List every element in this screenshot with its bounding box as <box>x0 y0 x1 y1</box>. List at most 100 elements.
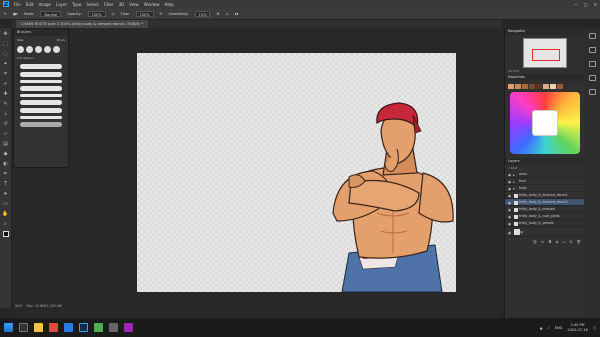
brush-folder[interactable]: ▾ brushes 1 <box>14 55 68 61</box>
menu-3d[interactable]: 3D <box>119 2 125 7</box>
app-icon[interactable] <box>124 323 133 332</box>
canvas[interactable] <box>137 53 456 292</box>
foreground-color-swatch[interactable] <box>2 231 9 237</box>
swatch[interactable] <box>529 84 535 89</box>
app-icon[interactable] <box>64 323 73 332</box>
brush-stroke-preview[interactable] <box>20 100 62 105</box>
shape-tool-icon[interactable]: ▭ <box>2 201 9 207</box>
zoom-level[interactable]: 50% <box>15 304 22 308</box>
stamp-tool-icon[interactable]: ⊥ <box>2 111 9 117</box>
swatch[interactable] <box>543 84 549 89</box>
maximize-icon[interactable]: □ <box>584 2 588 7</box>
smoothing-settings-icon[interactable]: ⚙ <box>216 12 219 16</box>
eyedropper-tool-icon[interactable]: ⌿ <box>2 81 9 87</box>
layer-row[interactable]: ◉ ▸ face <box>505 178 584 185</box>
brush-stroke-preview[interactable] <box>20 64 62 69</box>
menu-type[interactable]: Type <box>72 2 81 7</box>
minimize-icon[interactable]: — <box>574 2 578 7</box>
layers-tab[interactable]: Layers <box>505 158 584 165</box>
eraser-tool-icon[interactable]: ▱ <box>2 131 9 137</box>
visibility-eye-icon[interactable]: ◉ <box>508 228 511 238</box>
channels-panel-icon[interactable] <box>588 75 596 81</box>
menu-image[interactable]: Image <box>38 2 51 7</box>
menu-edit[interactable]: Edit <box>26 2 34 7</box>
paths-panel-icon[interactable] <box>588 89 596 95</box>
brush-tip[interactable] <box>17 46 24 53</box>
history-panel-icon[interactable] <box>588 33 596 39</box>
photoshop-taskbar-icon[interactable] <box>79 323 88 332</box>
brush-tip[interactable] <box>35 46 42 53</box>
layer-row[interactable]: ◉ ▾ body <box>505 185 584 192</box>
path-select-icon[interactable]: ➤ <box>2 191 9 197</box>
layer-row[interactable]: ◉ ▸ arms <box>505 171 584 178</box>
mask-icon[interactable]: ◘ <box>548 240 551 244</box>
properties-panel-icon[interactable] <box>588 47 596 53</box>
color-wheel-center[interactable] <box>531 110 558 136</box>
brush-stroke-preview[interactable] <box>20 108 62 113</box>
marquee-tool-icon[interactable]: ⬚ <box>2 41 9 47</box>
menu-layer[interactable]: Layer <box>56 2 67 7</box>
history-brush-icon[interactable]: ↺ <box>2 121 9 127</box>
notifications-icon[interactable]: ▢ <box>593 326 596 330</box>
search-icon[interactable] <box>19 323 28 332</box>
adjustment-icon[interactable]: ◑ <box>555 240 558 244</box>
brush-stroke-preview[interactable] <box>20 86 62 91</box>
layer-row[interactable]: ◉ tribly_body_&_sweats <box>505 220 584 227</box>
flow-field[interactable]: 100% <box>135 10 154 17</box>
close-icon[interactable]: ✕ <box>594 2 597 7</box>
brushes-panel-title[interactable]: Brushes <box>14 29 68 36</box>
brush-tool-icon[interactable]: ✎ <box>4 12 7 16</box>
windows-start-icon[interactable] <box>4 323 13 332</box>
move-tool-icon[interactable]: ✥ <box>2 31 9 37</box>
healing-tool-icon[interactable]: ✚ <box>2 91 9 97</box>
mode-select[interactable]: Normal <box>40 10 62 17</box>
blur-tool-icon[interactable]: ◆ <box>2 151 9 157</box>
brush-tip[interactable] <box>44 46 51 53</box>
crop-tool-icon[interactable]: ⌗ <box>2 71 9 77</box>
navigator-tab[interactable]: Navigator <box>505 28 584 35</box>
layer-row[interactable]: ◉ tribly_body_&_dressed <box>505 206 584 213</box>
swatch[interactable] <box>536 84 542 89</box>
swatch[interactable] <box>522 84 528 89</box>
brush-tip[interactable] <box>26 46 33 53</box>
opacity-field[interactable]: 100% <box>87 10 106 17</box>
new-layer-icon[interactable]: ⊞ <box>570 240 573 244</box>
pressure-opacity-icon[interactable]: ◎ <box>112 12 115 16</box>
menu-filter[interactable]: Filter <box>104 2 114 7</box>
network-icon[interactable]: ▲ <box>540 326 543 330</box>
brush-size-value[interactable]: 45 px <box>57 38 65 42</box>
document-tab[interactable]: CHAR6 ROUTE part 3 100% (tribly body & d… <box>16 20 149 28</box>
angle-icon[interactable]: ∠ <box>226 12 229 16</box>
brush-tip[interactable] <box>53 46 60 53</box>
hand-tool-icon[interactable]: ✋ <box>2 211 9 217</box>
brush-stroke-preview[interactable] <box>20 72 62 77</box>
swatch[interactable] <box>557 84 563 89</box>
navigator-view-box[interactable] <box>531 49 560 61</box>
brush-stroke-preview[interactable] <box>20 80 62 83</box>
trash-icon[interactable]: 🗑 <box>577 240 581 244</box>
navigator-thumbnail[interactable] <box>522 38 567 68</box>
brush-tool-icon[interactable]: ✎ <box>2 101 9 107</box>
lasso-tool-icon[interactable]: ◌ <box>2 51 9 57</box>
airbrush-icon[interactable]: ✈ <box>160 12 163 16</box>
menu-file[interactable]: File <box>14 2 21 7</box>
swatch[interactable] <box>508 84 514 89</box>
fx-icon[interactable]: fx <box>541 240 544 244</box>
app-icon[interactable] <box>109 323 118 332</box>
brush-stroke-preview[interactable] <box>20 116 62 119</box>
menu-select[interactable]: Select <box>86 2 98 7</box>
link-icon[interactable]: ⛓ <box>533 240 537 244</box>
adjustments-panel-icon[interactable] <box>588 61 596 67</box>
zoom-tool-icon[interactable]: ⌕ <box>2 221 9 227</box>
new-group-icon[interactable]: ▭ <box>562 240 565 244</box>
swatch[interactable] <box>515 84 521 89</box>
pen-tool-icon[interactable]: ✒ <box>2 171 9 177</box>
gradient-tool-icon[interactable]: ▤ <box>2 141 9 147</box>
layer-row[interactable]: ◉ tribly_body_&_coat_pants <box>505 213 584 220</box>
menu-help[interactable]: Help <box>164 2 173 7</box>
app-icon[interactable] <box>49 323 58 332</box>
magic-wand-tool-icon[interactable]: ✦ <box>2 61 9 67</box>
layer-row-selected[interactable]: ◉ tribly_body_&_dressed_damn2 <box>505 199 584 206</box>
layer-row[interactable]: ◉ bg <box>505 227 584 237</box>
brush-stroke-preview[interactable] <box>20 122 62 127</box>
